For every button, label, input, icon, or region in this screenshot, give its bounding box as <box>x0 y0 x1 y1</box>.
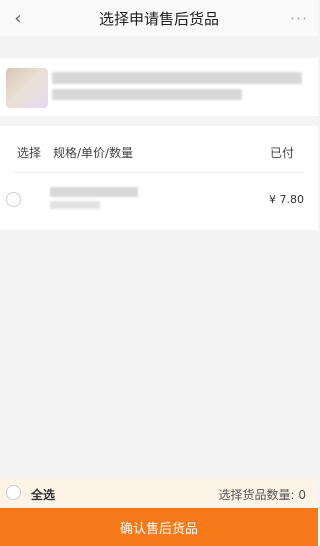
list-header: 选择 规格/单价/数量 已付 <box>0 126 318 172</box>
item-price: ¥ 7.80 <box>269 193 304 206</box>
item-spec-blurred <box>50 187 138 197</box>
selected-count: 选择货品数量: 0 <box>218 488 307 502</box>
page-title: 选择申请售后货品 <box>98 9 219 28</box>
confirm-button[interactable]: 确认售后货品 <box>0 508 318 546</box>
store-name-blurred <box>52 72 302 84</box>
chevron-left-icon[interactable]: ‹ <box>8 8 28 29</box>
column-header-spec: 规格/单价/数量 <box>53 146 134 160</box>
select-all-radio[interactable] <box>6 485 21 500</box>
column-header-select: 选择 <box>17 146 42 160</box>
item-radio[interactable] <box>6 192 21 207</box>
header-bar: ‹ 选择申请售后货品 ··· <box>0 0 318 36</box>
list-item[interactable]: ¥ 7.80 <box>0 173 318 229</box>
column-header-paid: 已付 <box>269 146 294 160</box>
select-all-bar: 全选 选择货品数量: 0 <box>0 478 318 508</box>
item-spec-blurred-2 <box>50 201 100 209</box>
store-desc-blurred <box>52 89 242 100</box>
select-all-label[interactable]: 全选 <box>31 486 55 503</box>
store-avatar <box>6 68 48 108</box>
more-horizontal-icon[interactable]: ··· <box>288 8 310 28</box>
store-info <box>0 58 318 116</box>
goods-list: 选择 规格/单价/数量 已付 ¥ 7.80 <box>0 126 318 230</box>
